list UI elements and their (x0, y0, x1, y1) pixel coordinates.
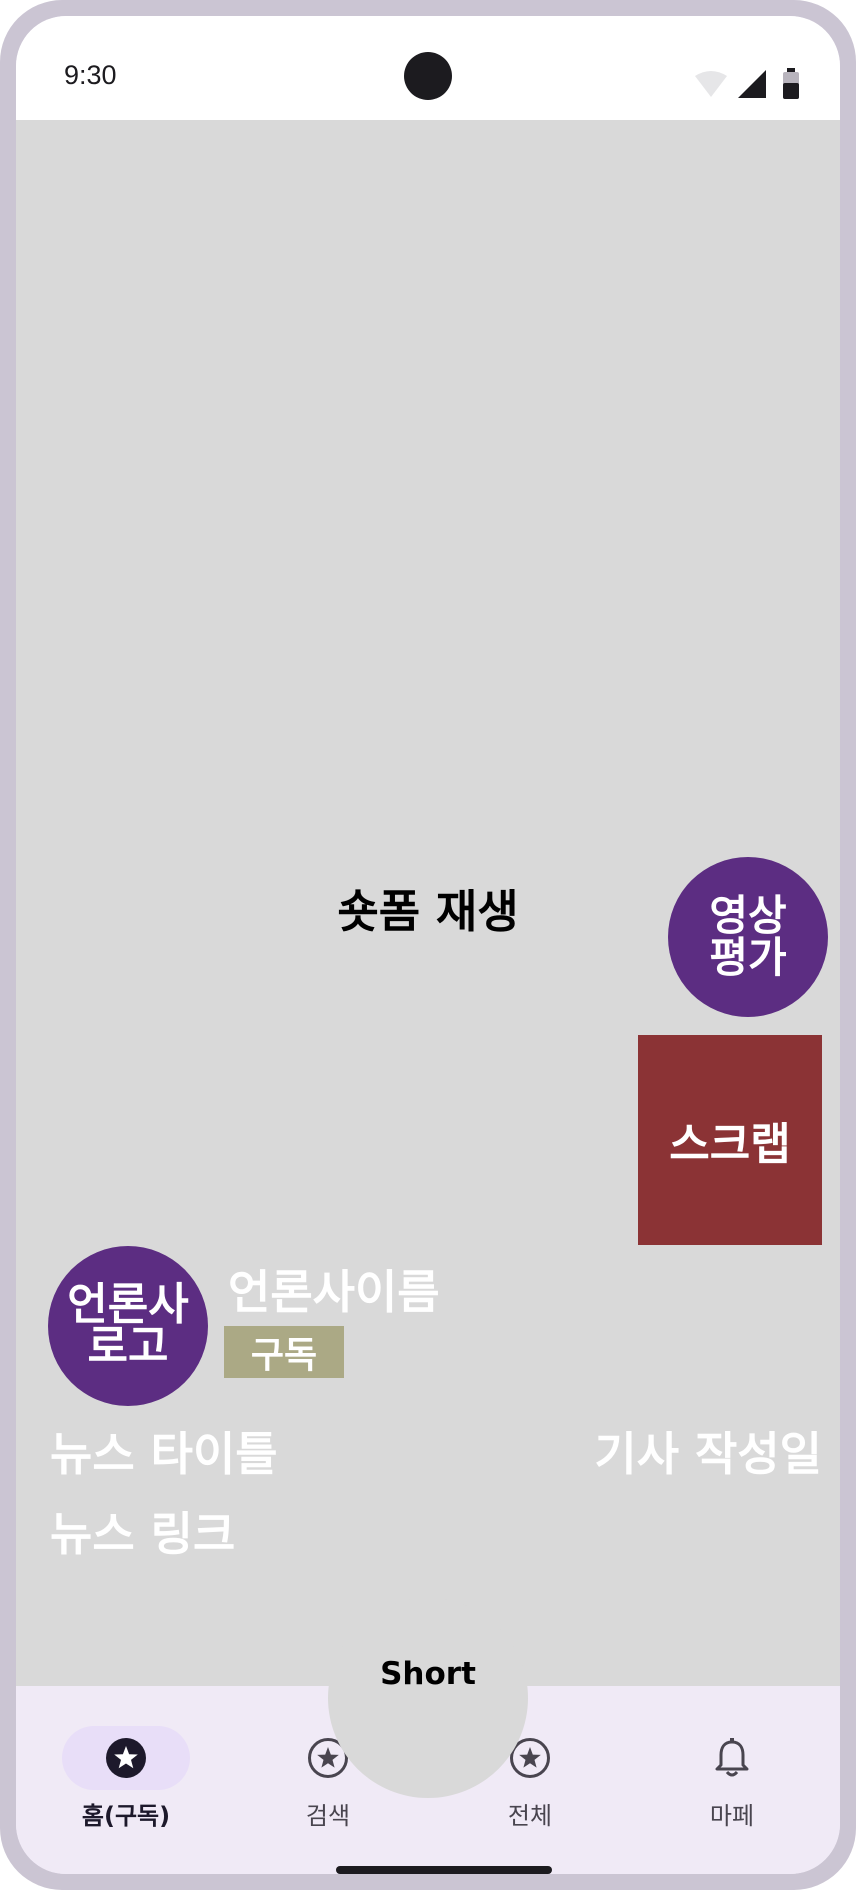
press-logo-label: 언론사 로고 (67, 1279, 189, 1372)
short-button-label: Short (380, 1656, 476, 1692)
subscribe-button[interactable]: 구독 (224, 1326, 344, 1378)
nav-label-all: 전체 (507, 1802, 553, 1830)
home-indicator[interactable] (336, 1866, 552, 1874)
nav-icon-wrap (668, 1726, 796, 1790)
news-date: 기사 작성일 (594, 1427, 822, 1481)
nav-item-home[interactable]: 홈(구독) (36, 1686, 216, 1830)
status-time: 9:30 (64, 60, 117, 90)
wifi-icon (694, 71, 727, 97)
nav-label-search: 검색 (305, 1802, 351, 1830)
scrap-label: 스크랩 (669, 1119, 791, 1170)
status-bar: 9:30 (16, 16, 840, 120)
battery-icon (783, 68, 799, 99)
bell-icon (715, 1738, 749, 1777)
camera-cutout (404, 52, 452, 100)
rate-video-button[interactable]: 영상 평가 (668, 857, 828, 1017)
press-logo[interactable]: 언론사 로고 (48, 1246, 208, 1406)
device-frame: 9:30 숏폼 재생 영상 평가 스크랩 언론사 로고 언론사이름 구독 뉴스 … (0, 0, 856, 1890)
scrap-button[interactable]: 스크랩 (638, 1035, 822, 1245)
nav-label-home: 홈(구독) (81, 1802, 171, 1830)
nav-item-mypage[interactable]: 마페 (642, 1686, 822, 1830)
screen: 9:30 숏폼 재생 영상 평가 스크랩 언론사 로고 언론사이름 구독 뉴스 … (16, 16, 840, 1874)
press-name[interactable]: 언론사이름 (228, 1256, 440, 1322)
status-icons (694, 68, 800, 100)
nav-active-indicator (62, 1726, 190, 1790)
short-button[interactable]: Short (328, 1598, 528, 1798)
rate-video-label: 영상 평가 (709, 891, 787, 982)
news-link[interactable]: 뉴스 링크 (50, 1498, 235, 1564)
signal-icon (737, 70, 766, 98)
news-title[interactable]: 뉴스 타이틀 (50, 1418, 278, 1484)
subscribe-label: 구독 (250, 1335, 318, 1376)
nav-label-mypage: 마페 (709, 1802, 755, 1830)
star-icon (106, 1738, 146, 1778)
